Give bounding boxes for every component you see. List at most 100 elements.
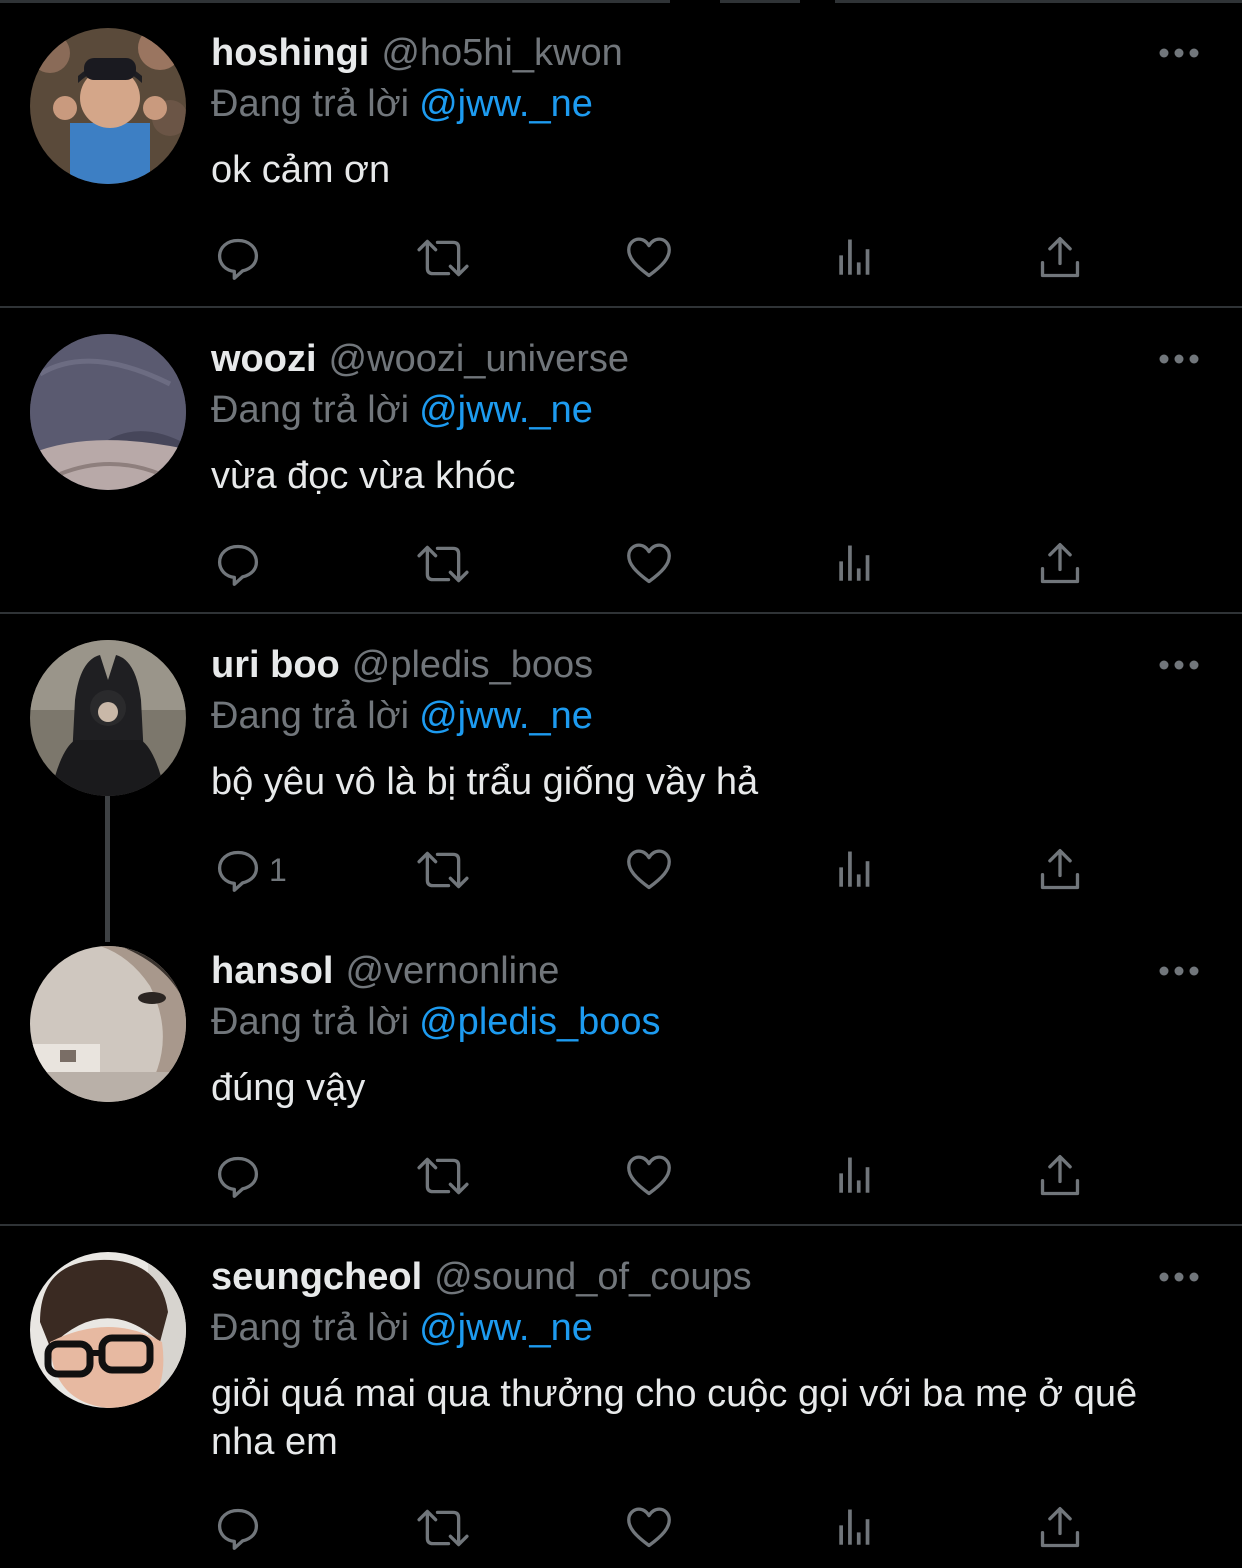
action-bar: [211, 1148, 1091, 1204]
reply-button[interactable]: [215, 536, 269, 592]
views-button[interactable]: [834, 1500, 878, 1556]
share-button[interactable]: [1037, 1500, 1083, 1556]
retweet-button[interactable]: [415, 536, 471, 592]
action-bar: [211, 230, 1091, 286]
tweet-text: đúng vậy: [211, 1067, 366, 1109]
share-button[interactable]: [1037, 1148, 1083, 1204]
replying-to: Đang trả lời @jww._ne: [211, 693, 593, 739]
reply-icon: [215, 1153, 261, 1199]
mention-link[interactable]: @jww._ne: [419, 389, 593, 431]
like-button[interactable]: [626, 230, 672, 286]
views-button[interactable]: [834, 1148, 878, 1204]
retweet-button[interactable]: [415, 1500, 471, 1556]
share-button[interactable]: [1037, 842, 1083, 898]
mention-link[interactable]: @pledis_boos: [419, 1001, 660, 1043]
like-icon: [626, 541, 672, 587]
username[interactable]: @pledis_boos: [352, 644, 593, 686]
tweet-header: seungcheol @sound_of_coups: [211, 1254, 752, 1300]
views-button[interactable]: [834, 842, 878, 898]
avatar[interactable]: [30, 28, 186, 184]
more-options-icon[interactable]: [1156, 650, 1202, 680]
tweet-header: woozi @woozi_universe: [211, 336, 629, 382]
reply-button[interactable]: [215, 230, 269, 286]
display-name[interactable]: uri boo: [211, 644, 340, 686]
tweet[interactable]: uri boo @pledis_boos Đang trả lời @jww._ne…: [0, 640, 1242, 880]
replying-to-label: Đang trả lời: [211, 1307, 410, 1349]
retweet-button[interactable]: [415, 1148, 471, 1204]
views-button[interactable]: [834, 536, 878, 592]
tweet[interactable]: woozi @woozi_universe Đang trả lời @jww._n…: [0, 334, 1242, 574]
display-name[interactable]: hansol: [211, 950, 333, 992]
reply-button[interactable]: 1: [215, 842, 287, 898]
reply-button[interactable]: [215, 1500, 269, 1556]
mention-link[interactable]: @jww._ne: [419, 695, 593, 737]
views-icon: [834, 1153, 878, 1199]
views-icon: [834, 1505, 878, 1551]
avatar[interactable]: [30, 334, 186, 490]
like-icon: [626, 1153, 672, 1199]
replying-to-label: Đang trả lời: [211, 695, 410, 737]
more-options-icon[interactable]: [1156, 344, 1202, 374]
divider: [0, 1224, 1242, 1226]
username[interactable]: @vernonline: [345, 950, 559, 992]
more-options-icon[interactable]: [1156, 956, 1202, 986]
display-name[interactable]: seungcheol: [211, 1256, 422, 1298]
retweet-icon: [415, 847, 471, 893]
username[interactable]: @ho5hi_kwon: [381, 32, 622, 74]
views-icon: [834, 541, 878, 587]
replying-to-label: Đang trả lời: [211, 389, 410, 431]
reply-count: 1: [269, 851, 287, 888]
retweet-icon: [415, 1153, 471, 1199]
retweet-icon: [415, 541, 471, 587]
replying-to-label: Đang trả lời: [211, 83, 410, 125]
mention-link[interactable]: @jww._ne: [419, 1307, 593, 1349]
views-button[interactable]: [834, 230, 878, 286]
retweet-icon: [415, 235, 471, 281]
username[interactable]: @woozi_universe: [329, 338, 630, 380]
avatar[interactable]: [30, 946, 186, 1102]
username[interactable]: @sound_of_coups: [434, 1256, 751, 1298]
tweet-text: vừa đọc vừa khóc: [211, 455, 516, 497]
display-name[interactable]: hoshingi: [211, 32, 369, 74]
reply-button[interactable]: [215, 1148, 269, 1204]
replying-to-label: Đang trả lời: [211, 1001, 410, 1043]
like-icon: [626, 1505, 672, 1551]
retweet-button[interactable]: [415, 230, 471, 286]
action-bar: 1: [211, 842, 1091, 898]
tweet[interactable]: hoshingi @ho5hi_kwon Đang trả lời @jww._ne…: [0, 28, 1242, 268]
share-icon: [1037, 235, 1083, 281]
divider: [0, 612, 1242, 614]
replying-to: Đang trả lời @pledis_boos: [211, 999, 661, 1045]
top-scroll-strip: [0, 0, 1242, 4]
share-icon: [1037, 847, 1083, 893]
like-button[interactable]: [626, 1500, 672, 1556]
like-icon: [626, 847, 672, 893]
like-button[interactable]: [626, 842, 672, 898]
reply-icon: [215, 1505, 261, 1551]
mention-link[interactable]: @jww._ne: [419, 83, 593, 125]
avatar[interactable]: [30, 1252, 186, 1408]
retweet-icon: [415, 1505, 471, 1551]
share-button[interactable]: [1037, 536, 1083, 592]
like-button[interactable]: [626, 1148, 672, 1204]
views-icon: [834, 235, 878, 281]
reply-icon: [215, 847, 261, 893]
like-button[interactable]: [626, 536, 672, 592]
tweet[interactable]: hansol @vernonline Đang trả lời @pledis_bo…: [0, 946, 1242, 1186]
tweet[interactable]: seungcheol @sound_of_coups Đang trả lời @j…: [0, 1252, 1242, 1568]
action-bar: [211, 536, 1091, 592]
tweet-text: bộ yêu vô là bị trẩu giống vầy hả: [211, 761, 759, 803]
tweet-header: hansol @vernonline: [211, 948, 559, 994]
reply-icon: [215, 541, 261, 587]
share-button[interactable]: [1037, 230, 1083, 286]
more-options-icon[interactable]: [1156, 1262, 1202, 1292]
display-name[interactable]: woozi: [211, 338, 317, 380]
tweet-header: uri boo @pledis_boos: [211, 642, 593, 688]
replying-to: Đang trả lời @jww._ne: [211, 387, 593, 433]
avatar[interactable]: [30, 640, 186, 796]
tweet-text: ok cảm ơn: [211, 149, 391, 191]
like-icon: [626, 235, 672, 281]
views-icon: [834, 847, 878, 893]
more-options-icon[interactable]: [1156, 38, 1202, 68]
retweet-button[interactable]: [415, 842, 471, 898]
